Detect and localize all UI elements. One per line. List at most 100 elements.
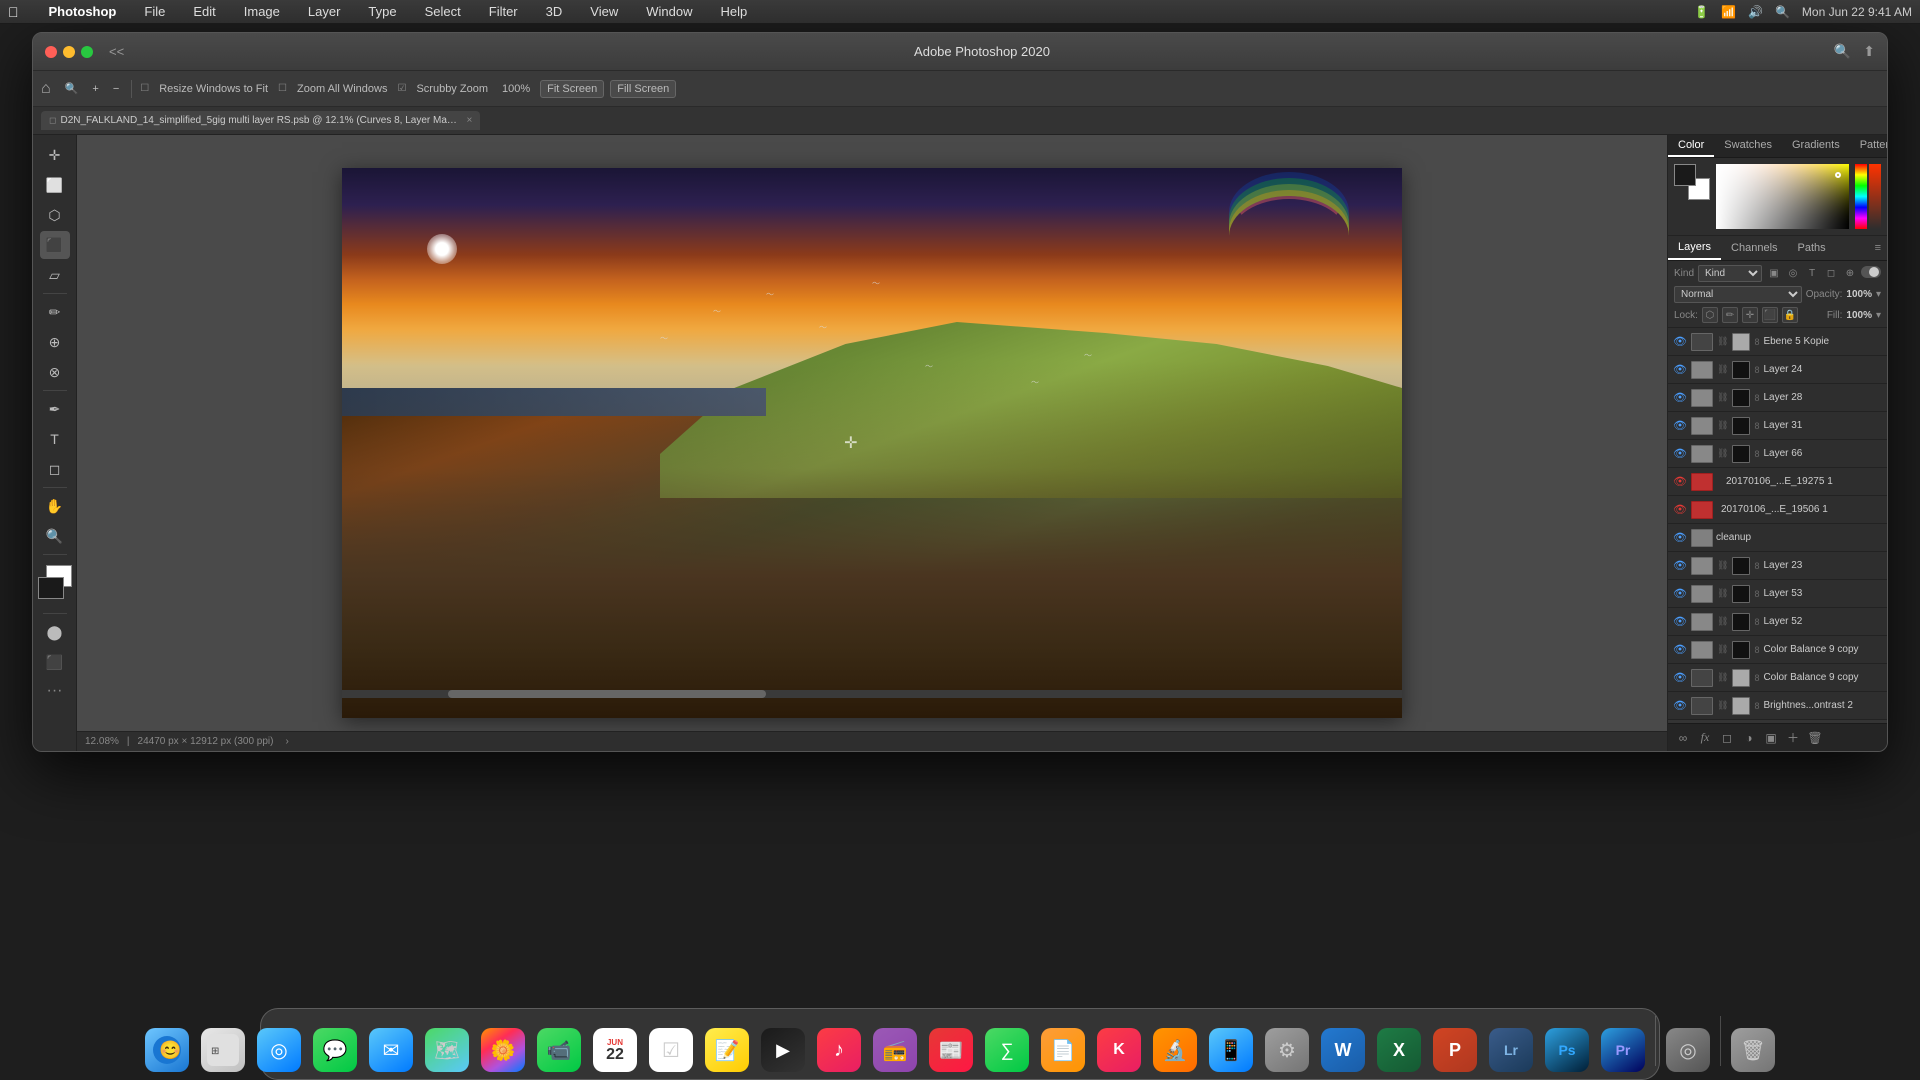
fill-dropdown-icon[interactable]: ▾ <box>1876 310 1881 321</box>
tab-close-btn[interactable]: × <box>466 115 472 126</box>
canvas-scrollbar-h[interactable] <box>342 690 1402 698</box>
dock-premiere[interactable]: Pr <box>1597 1024 1649 1076</box>
lock-artboard-icon[interactable]: ⬛ <box>1762 307 1778 323</box>
layer-mask-11[interactable] <box>1732 613 1750 631</box>
quick-mask-tool[interactable]: ⬤ <box>40 618 70 646</box>
menu-image[interactable]: Image <box>238 2 286 21</box>
move-tool[interactable]: ✛ <box>40 141 70 169</box>
layer-eye-3[interactable]: 👁 <box>1672 390 1688 406</box>
dock-mail[interactable]: ✉ <box>365 1024 417 1076</box>
dock-pages[interactable]: 📄 <box>1037 1024 1089 1076</box>
resize-windows-btn[interactable]: Resize Windows to Fit <box>155 81 272 97</box>
fullscreen-button[interactable] <box>81 46 93 58</box>
swatches-tab[interactable]: Swatches <box>1714 135 1782 157</box>
adjust-filter-icon[interactable]: ◎ <box>1785 266 1801 282</box>
layer-mask-12[interactable] <box>1732 641 1750 659</box>
layer-item[interactable]: 👁 ⛓ 8 Layer 53 <box>1668 580 1887 608</box>
shape-tool[interactable]: ◻ <box>40 455 70 483</box>
collapse-sidebar[interactable]: << <box>109 44 124 59</box>
fg-bg-color-boxes[interactable] <box>1674 164 1710 200</box>
layer-eye-10[interactable]: 👁 <box>1672 586 1688 602</box>
share-icon[interactable]: ⬆ <box>1863 43 1875 60</box>
layer-item[interactable]: 👁 ⛓ 8 Layer 66 <box>1668 440 1887 468</box>
layer-effects-icon[interactable]: fx <box>1696 729 1714 747</box>
shape-filter-icon[interactable]: ◻ <box>1823 266 1839 282</box>
dock-appletv[interactable]: ▶ <box>757 1024 809 1076</box>
dock-messages[interactable]: 💬 <box>309 1024 361 1076</box>
select-tool[interactable]: ⬜ <box>40 171 70 199</box>
menu-view[interactable]: View <box>584 2 624 21</box>
dock-capture[interactable]: ◎ <box>1662 1024 1714 1076</box>
layer-eye-6[interactable]: 👁 <box>1672 474 1688 490</box>
menubar-search[interactable]: 🔍 <box>1775 5 1790 19</box>
adjustment-layer-icon[interactable]: ◑ <box>1740 729 1758 747</box>
lock-all-icon[interactable]: 🔒 <box>1782 307 1798 323</box>
apple-menu[interactable]:  <box>8 4 19 20</box>
dock-word[interactable]: W <box>1317 1024 1369 1076</box>
layer-item[interactable]: 👁 ⛓ 8 Layer 28 <box>1668 384 1887 412</box>
dock-safari[interactable]: ◎ <box>253 1024 305 1076</box>
layer-mask-10[interactable] <box>1732 585 1750 603</box>
dock-calendar[interactable]: JUN 22 <box>589 1024 641 1076</box>
type-filter-icon[interactable]: T <box>1804 266 1820 282</box>
link-layers-icon[interactable]: ∞ <box>1674 729 1692 747</box>
home-icon[interactable]: ⌂ <box>41 80 51 98</box>
fg-color-box[interactable] <box>1674 164 1696 186</box>
text-tool[interactable]: T <box>40 425 70 453</box>
dock-launchpad[interactable]: ⊞ <box>197 1024 249 1076</box>
blend-mode-select[interactable]: Normal <box>1674 286 1802 303</box>
close-button[interactable] <box>45 46 57 58</box>
smart-filter-icon[interactable]: ⊕ <box>1842 266 1858 282</box>
layer-mask-5[interactable] <box>1732 445 1750 463</box>
layer-item[interactable]: 👁 ⛓ 8 Layer 24 <box>1668 356 1887 384</box>
dock-numbers[interactable]: ∑ <box>981 1024 1033 1076</box>
zoom-all-btn[interactable]: Zoom All Windows <box>293 81 391 97</box>
dock-reminders[interactable]: ☑ <box>645 1024 697 1076</box>
delete-layer-icon[interactable]: 🗑 <box>1806 729 1824 747</box>
layer-item[interactable]: 👁 20170106_...E_19275 1 <box>1668 468 1887 496</box>
layer-eye-14[interactable]: 👁 <box>1672 698 1688 714</box>
zoom-in-btn[interactable]: + <box>88 81 102 97</box>
document-tab[interactable]: ◻ D2N_FALKLAND_14_simplified_5gig multi … <box>41 111 480 130</box>
crop-tool[interactable]: ⬛ <box>40 231 70 259</box>
lasso-tool[interactable]: ⬡ <box>40 201 70 229</box>
menu-select[interactable]: Select <box>419 2 467 21</box>
layer-mask-13[interactable] <box>1732 669 1750 687</box>
canvas-info-arrow[interactable]: › <box>285 736 288 747</box>
layer-eye-1[interactable]: 👁 <box>1672 334 1688 350</box>
dock-instruments[interactable]: 🔬 <box>1149 1024 1201 1076</box>
layer-eye-5[interactable]: 👁 <box>1672 446 1688 462</box>
dock-keynote[interactable]: K <box>1093 1024 1145 1076</box>
fit-screen-btn[interactable]: Fit Screen <box>540 80 604 98</box>
layer-item[interactable]: 👁 ⛓ 8 Brightnes...ontrast 2 <box>1668 692 1887 720</box>
menu-type[interactable]: Type <box>362 2 402 21</box>
menu-layer[interactable]: Layer <box>302 2 347 21</box>
scrubby-zoom-btn[interactable]: Scrubby Zoom <box>412 81 492 97</box>
color-tab[interactable]: Color <box>1668 135 1714 157</box>
layer-eye-4[interactable]: 👁 <box>1672 418 1688 434</box>
dock-powerpoint[interactable]: P <box>1429 1024 1481 1076</box>
screen-mode-tool[interactable]: ⬛ <box>40 648 70 676</box>
add-mask-icon[interactable]: ◻ <box>1718 729 1736 747</box>
lock-transparent-icon[interactable]: ⬡ <box>1702 307 1718 323</box>
minimize-button[interactable] <box>63 46 75 58</box>
foreground-color-swatch[interactable] <box>38 577 64 599</box>
clone-tool[interactable]: ⊕ <box>40 328 70 356</box>
channels-tab[interactable]: Channels <box>1721 237 1787 259</box>
brush-tool[interactable]: ✏ <box>40 298 70 326</box>
fill-screen-btn[interactable]: Fill Screen <box>610 80 676 98</box>
layer-item[interactable]: 👁 cleanup <box>1668 524 1887 552</box>
layer-eye-13[interactable]: 👁 <box>1672 670 1688 686</box>
new-layer-icon[interactable]: ＋ <box>1784 729 1802 747</box>
menu-window[interactable]: Window <box>640 2 698 21</box>
new-group-icon[interactable]: ▣ <box>1762 729 1780 747</box>
layer-item[interactable]: 👁 20170106_...E_19506 1 <box>1668 496 1887 524</box>
layer-eye-8[interactable]: 👁 <box>1672 530 1688 546</box>
menu-edit[interactable]: Edit <box>187 2 221 21</box>
zoom-out-btn[interactable]: − <box>109 81 123 97</box>
color-hue-slider[interactable] <box>1855 164 1867 229</box>
dock-simulator[interactable]: 📱 <box>1205 1024 1257 1076</box>
layer-item[interactable]: 👁 ⛓ 8 Color Balance 9 copy <box>1668 636 1887 664</box>
layer-item[interactable]: 👁 ⛓ 8 Layer 52 <box>1668 608 1887 636</box>
pen-tool[interactable]: ✒ <box>40 395 70 423</box>
